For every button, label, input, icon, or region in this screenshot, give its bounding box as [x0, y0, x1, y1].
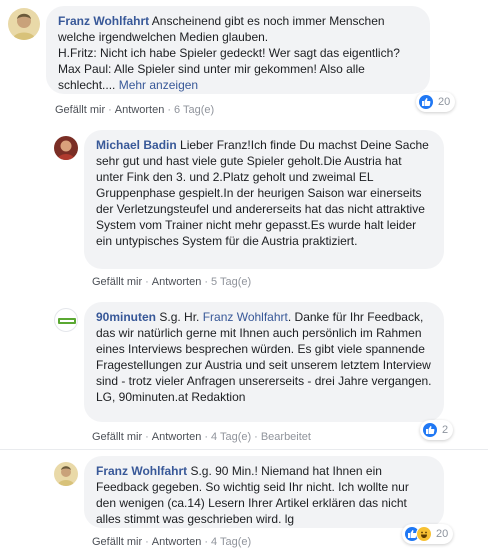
timestamp[interactable]: 5 Tag(e) — [211, 276, 251, 288]
reaction-summary[interactable]: 20 — [416, 92, 456, 112]
separator-dot: · — [145, 276, 149, 288]
comment-author[interactable]: Franz Wohlfahrt — [58, 14, 149, 28]
reaction-count: 2 — [442, 424, 449, 436]
divider — [0, 449, 488, 450]
comment-actions: Gefällt mir · Antworten · 4 Tag(e) · Bearbeite… — [92, 431, 311, 443]
mention-link[interactable]: Franz Wohlfahrt — [203, 310, 288, 324]
avatar[interactable] — [54, 462, 78, 486]
avatar[interactable] — [54, 136, 78, 160]
like-link[interactable]: Gefällt mir — [92, 276, 142, 288]
like-icon — [422, 422, 438, 438]
comment-bubble: 90minuten S.g. Hr. Franz Wohlfahrt. Dank… — [84, 302, 444, 422]
reply-link[interactable]: Antworten — [152, 536, 202, 548]
separator-dot: · — [254, 431, 258, 443]
comment-actions: Gefällt mir · Antworten · 5 Tag(e) — [92, 276, 251, 288]
avatar[interactable] — [54, 308, 78, 332]
reaction-count: 20 — [436, 528, 449, 540]
comment-text-prefix: S.g. Hr. — [159, 310, 203, 324]
reaction-summary[interactable]: 20 — [402, 524, 454, 544]
haha-icon — [416, 526, 432, 542]
separator-dot: · — [204, 431, 208, 443]
reaction-count: 20 — [438, 96, 451, 108]
like-link[interactable]: Gefällt mir — [92, 431, 142, 443]
reply-link[interactable]: Antworten — [115, 104, 165, 116]
comment-author[interactable]: Michael Badin — [96, 138, 177, 152]
reply-link[interactable]: Antworten — [152, 431, 202, 443]
separator-dot: · — [204, 276, 208, 288]
comment-actions: Gefällt mir · Antworten · 6 Tag(e) — [55, 104, 214, 116]
comment-text: Lieber Franz!Ich finde Du machst Deine S… — [96, 138, 429, 248]
timestamp[interactable]: 4 Tag(e) — [211, 431, 251, 443]
separator-dot: · — [145, 536, 149, 548]
comment-text: . Danke für Ihr Feedback, das wir natürl… — [96, 310, 432, 404]
separator-dot: · — [108, 104, 112, 116]
separator-dot: · — [204, 536, 208, 548]
reply-link[interactable]: Antworten — [152, 276, 202, 288]
avatar[interactable] — [8, 8, 40, 40]
more-link[interactable]: Mehr anzeigen — [119, 78, 198, 92]
timestamp[interactable]: 4 Tag(e) — [211, 536, 251, 548]
timestamp[interactable]: 6 Tag(e) — [174, 104, 214, 116]
edited-label[interactable]: Bearbeitet — [261, 431, 311, 443]
separator-dot: · — [167, 104, 171, 116]
comment-author[interactable]: Franz Wohlfahrt — [96, 464, 187, 478]
reaction-summary[interactable]: 2 — [420, 420, 454, 440]
comment-author[interactable]: 90minuten — [96, 310, 156, 324]
like-link[interactable]: Gefällt mir — [92, 536, 142, 548]
comment-bubble: Franz Wohlfahrt Anscheinend gibt es noch… — [46, 6, 430, 94]
like-icon — [418, 94, 434, 110]
comment-bubble: Franz Wohlfahrt S.g. 90 Min.! Niemand ha… — [84, 456, 444, 528]
separator-dot: · — [145, 431, 149, 443]
like-link[interactable]: Gefällt mir — [55, 104, 105, 116]
comment-bubble: Michael Badin Lieber Franz!Ich finde Du … — [84, 130, 444, 269]
comment-actions: Gefällt mir · Antworten · 4 Tag(e) — [92, 536, 251, 548]
